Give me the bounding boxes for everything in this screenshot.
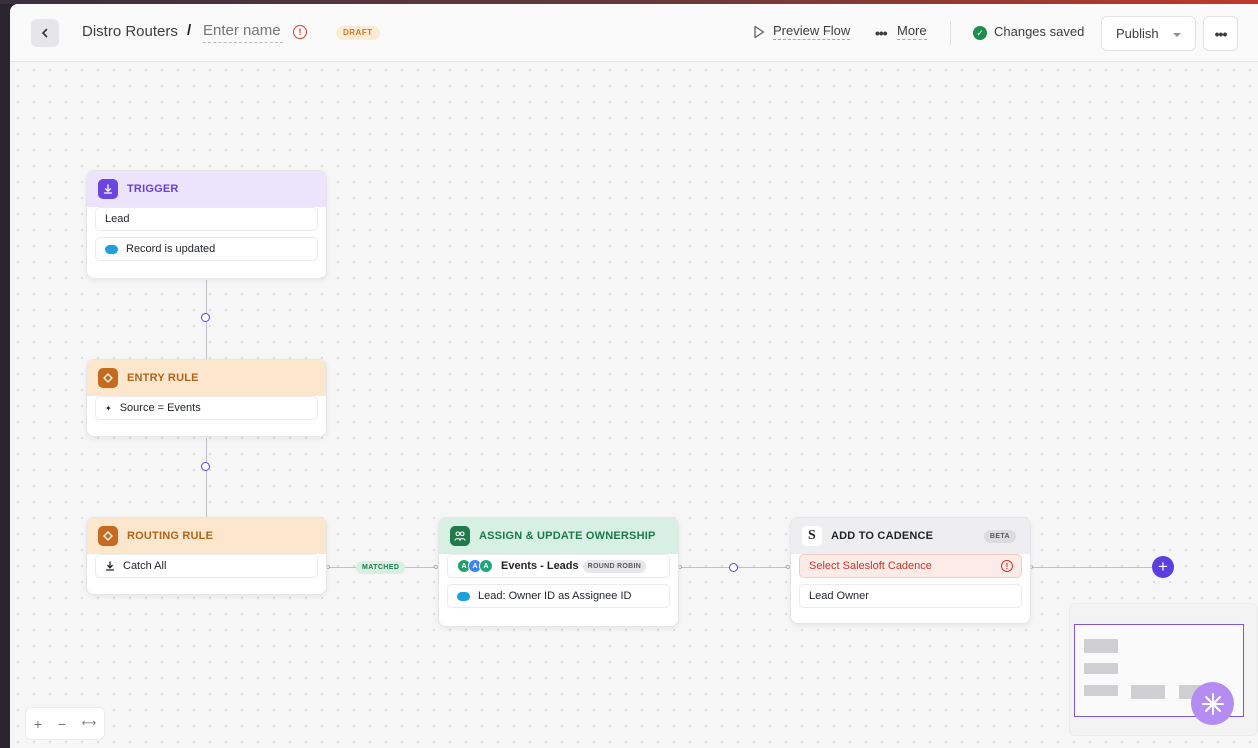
chevron-left-icon: [41, 28, 48, 38]
routing-rule-header: ROUTING RULE: [87, 518, 326, 554]
connector-port[interactable]: [201, 462, 210, 471]
header-divider: [950, 21, 951, 45]
alert-circle-icon: !: [293, 25, 307, 39]
header-bar: Distro Routers / ! DRAFT Preview Flow ••…: [10, 4, 1258, 62]
diamond-icon: [98, 368, 118, 388]
connector-line: [1030, 567, 1152, 568]
fit-view-button[interactable]: ⟷: [82, 718, 96, 729]
add-to-cadence-header: S ADD TO CADENCE BETA: [791, 518, 1030, 554]
cadence-owner-label: Lead Owner: [809, 590, 869, 602]
sparkle-icon: ✦: [105, 403, 112, 413]
trigger-node-header: TRIGGER: [87, 171, 326, 207]
breadcrumb-separator: /: [187, 22, 192, 39]
assign-event-row[interactable]: A A A Events - Leads ROUND ROBIN: [447, 554, 670, 578]
zoom-controls: + − ⟷: [25, 707, 105, 740]
routing-rule-value: Catch All: [123, 560, 167, 572]
caret-down-icon: [1173, 33, 1181, 37]
trigger-object-row[interactable]: Lead: [95, 207, 318, 231]
zoom-in-button[interactable]: +: [34, 716, 42, 732]
app-window: Distro Routers / ! DRAFT Preview Flow ••…: [10, 4, 1258, 748]
publish-label: Publish: [1116, 26, 1159, 41]
add-to-cadence-title: ADD TO CADENCE: [831, 530, 934, 542]
assign-ownership-header: ASSIGN & UPDATE OWNERSHIP: [439, 518, 678, 554]
trigger-object: Lead: [105, 213, 130, 225]
dots-horizontal-icon: •••: [875, 25, 888, 41]
plus-icon: +: [1158, 557, 1168, 576]
routing-rule-node[interactable]: ROUTING RULE Catch All: [86, 517, 327, 595]
ai-assistant-button[interactable]: [1191, 682, 1234, 725]
breadcrumb[interactable]: Distro Routers: [82, 23, 178, 40]
add-step-button[interactable]: +: [1152, 556, 1174, 578]
alert-circle-icon: !: [1001, 560, 1013, 572]
publish-button[interactable]: Publish: [1101, 16, 1196, 51]
connector-port[interactable]: [729, 563, 738, 572]
more-button[interactable]: More: [897, 23, 927, 40]
routing-rule-title: ROUTING RULE: [127, 530, 214, 542]
connector-port[interactable]: [201, 313, 210, 322]
play-icon: [754, 25, 765, 39]
assign-owner-mapping: Lead: Owner ID as Assignee ID: [478, 590, 632, 602]
diamond-icon: [98, 526, 118, 546]
download-icon: [105, 561, 115, 571]
connector-line: [206, 438, 207, 518]
more-options-button[interactable]: •••: [1203, 16, 1238, 51]
select-cadence-label: Select Salesloft Cadence: [809, 560, 932, 572]
trigger-event-row[interactable]: Record is updated: [95, 237, 318, 261]
cadence-owner-row[interactable]: Lead Owner: [799, 584, 1022, 608]
assign-ownership-title: ASSIGN & UPDATE OWNERSHIP: [479, 530, 656, 542]
assign-ownership-node[interactable]: ASSIGN & UPDATE OWNERSHIP A A A Events -…: [438, 517, 679, 627]
entry-rule-condition-row[interactable]: ✦ Source = Events: [95, 396, 318, 420]
round-robin-badge: ROUND ROBIN: [582, 559, 647, 573]
trigger-node[interactable]: TRIGGER Lead Record is updated: [86, 170, 327, 279]
salesforce-icon: [457, 591, 470, 601]
entry-rule-condition: Source = Events: [119, 402, 201, 414]
back-button[interactable]: [31, 19, 59, 47]
check-circle-icon: ✓: [973, 26, 987, 40]
preview-flow-button[interactable]: Preview Flow: [773, 23, 851, 40]
flow-name-input[interactable]: [203, 22, 283, 43]
minimap-node: [1084, 639, 1118, 653]
minimap-node: [1084, 685, 1118, 696]
sparkle-icon: [1201, 692, 1224, 715]
saved-status: Changes saved: [994, 24, 1085, 39]
add-to-cadence-node[interactable]: S ADD TO CADENCE BETA Select Salesloft C…: [790, 517, 1031, 624]
zoom-out-button[interactable]: −: [58, 716, 66, 732]
entry-rule-header: ENTRY RULE: [87, 360, 326, 396]
avatar-group: A A A: [457, 559, 493, 573]
users-icon: [450, 526, 470, 546]
salesforce-icon: [105, 244, 118, 254]
matched-label: MATCHED: [356, 561, 406, 574]
salesloft-icon: S: [802, 526, 822, 546]
minimap-node: [1131, 685, 1165, 699]
beta-badge: BETA: [983, 529, 1016, 543]
avatar: A: [479, 559, 493, 573]
status-badge: DRAFT: [336, 26, 380, 40]
assign-owner-row[interactable]: Lead: Owner ID as Assignee ID: [447, 584, 670, 608]
minimap-node: [1084, 663, 1118, 674]
trigger-title: TRIGGER: [127, 183, 179, 195]
dots-horizontal-icon: •••: [1214, 25, 1228, 42]
select-cadence-row[interactable]: Select Salesloft Cadence !: [799, 554, 1022, 578]
assign-event-label: Events - Leads: [501, 560, 579, 572]
trigger-event: Record is updated: [126, 243, 216, 255]
arrow-down-box-icon: [98, 179, 118, 199]
entry-rule-title: ENTRY RULE: [127, 372, 199, 384]
entry-rule-node[interactable]: ENTRY RULE ✦ Source = Events: [86, 359, 327, 437]
routing-rule-row[interactable]: Catch All: [95, 554, 318, 578]
